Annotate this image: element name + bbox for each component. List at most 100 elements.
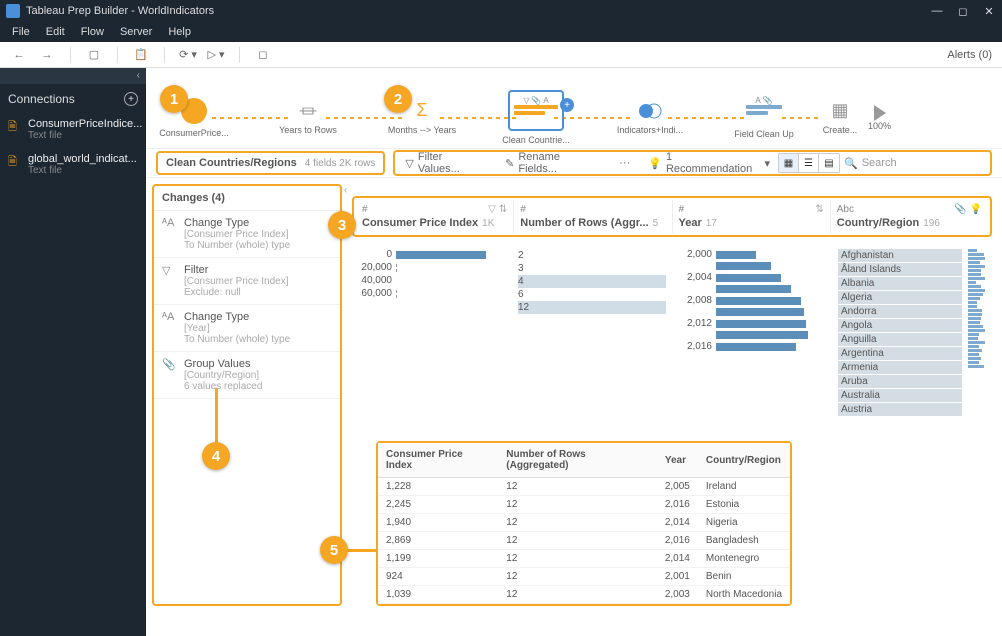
- field-header[interactable]: #▽⇅ Consumer Price Index1K: [356, 200, 514, 233]
- field-header[interactable]: # Number of Rows (Aggr...5: [514, 200, 672, 233]
- step-actions: ▽Filter Values... ✎Rename Fields... ··· …: [393, 150, 992, 176]
- menu-flow[interactable]: Flow: [73, 26, 112, 38]
- step-name-box: Clean Countries/Regions 4 fields 2K rows: [156, 151, 385, 175]
- view-grid-button[interactable]: ▤: [819, 154, 839, 172]
- country-value[interactable]: Armenia: [838, 361, 962, 374]
- step-bar: Clean Countries/Regions 4 fields 2K rows…: [146, 148, 1002, 178]
- data-grid[interactable]: Consumer Price IndexNumber of Rows (Aggr…: [376, 441, 792, 606]
- table-row[interactable]: 1,039122,003North Macedonia: [378, 586, 790, 604]
- field-header[interactable]: #⇅ Year17: [673, 200, 831, 233]
- filter-values-button[interactable]: ▽Filter Values...: [401, 149, 491, 177]
- connection-item[interactable]: 🗎 ConsumerPriceIndice... Text file: [0, 114, 146, 149]
- field-header[interactable]: Abc📎💡 Country/Region196: [831, 200, 988, 233]
- clip-icon: 📎: [162, 358, 178, 392]
- alerts-button[interactable]: Alerts (0): [947, 49, 992, 61]
- callout-1: 1: [160, 85, 188, 113]
- clip-icon: 📎: [531, 96, 541, 105]
- country-value[interactable]: Argentina: [838, 347, 962, 360]
- flow-node-clean[interactable]: A📎 Field Clean Up: [746, 96, 782, 139]
- callout-5: 5: [320, 536, 348, 564]
- connection-type: Text file: [28, 165, 137, 176]
- app-title: Tableau Prep Builder - WorldIndicators: [26, 5, 214, 17]
- menu-file[interactable]: File: [4, 26, 38, 38]
- forward-icon[interactable]: →: [38, 46, 56, 64]
- profile-values-country[interactable]: AfghanistanÅland IslandsAlbaniaAlgeriaAn…: [832, 245, 992, 421]
- table-row[interactable]: 924122,001Benin: [378, 568, 790, 586]
- flow-node-clean-selected[interactable]: ▽📎A + Clean Countrie...: [518, 90, 554, 145]
- step-name[interactable]: Clean Countries/Regions: [166, 157, 297, 169]
- filter-icon: ▽: [523, 96, 529, 105]
- collapse-sidebar-icon[interactable]: ‹: [0, 68, 146, 84]
- stop-icon[interactable]: ◻: [254, 46, 272, 64]
- view-list-button[interactable]: ☰: [799, 154, 819, 172]
- type-icon: ᴬA: [162, 311, 178, 345]
- refresh-icon[interactable]: ⟳ ▾: [179, 46, 197, 64]
- search-icon: 🔍: [844, 157, 858, 170]
- more-actions-button[interactable]: ···: [615, 155, 634, 171]
- country-value[interactable]: Albania: [838, 277, 962, 290]
- lightbulb-icon: 💡: [648, 157, 662, 170]
- profile-histogram-year[interactable]: 2,000 2,004 2,008 2,012 2,016: [672, 245, 832, 421]
- view-profile-button[interactable]: ▦: [779, 154, 799, 172]
- country-value[interactable]: Afghanistan: [838, 249, 962, 262]
- rename-fields-button[interactable]: ✎Rename Fields...: [501, 149, 605, 177]
- run-output-button[interactable]: 100%: [868, 105, 891, 131]
- profile-values-rows[interactable]: 2 3 4 6 12: [512, 245, 672, 421]
- changes-panel: Changes (4) ᴬAChange Type[Consumer Price…: [152, 184, 342, 606]
- country-value[interactable]: Angola: [838, 319, 962, 332]
- add-step-button[interactable]: +: [560, 98, 574, 112]
- recommendations-button[interactable]: 💡1 Recommendation ▾: [644, 149, 774, 177]
- mini-map: [968, 249, 986, 417]
- change-item[interactable]: ᴬAChange Type[Consumer Price Index]To Nu…: [154, 211, 340, 258]
- table-header[interactable]: Year: [657, 443, 698, 478]
- view-toggle: ▦ ☰ ▤: [778, 153, 840, 173]
- flow-node-output[interactable]: ▦ Create...: [822, 101, 858, 135]
- country-value[interactable]: Australia: [838, 389, 962, 402]
- table-row[interactable]: 2,245122,016Estonia: [378, 496, 790, 514]
- country-value[interactable]: Åland Islands: [838, 263, 962, 276]
- run-icon[interactable]: ▷ ▾: [207, 46, 225, 64]
- change-item[interactable]: ▽Filter[Consumer Price Index]Exclude: nu…: [154, 258, 340, 305]
- country-value[interactable]: Aruba: [838, 375, 962, 388]
- menu-help[interactable]: Help: [160, 26, 199, 38]
- back-icon[interactable]: ←: [10, 46, 28, 64]
- connections-title: Connections: [8, 92, 75, 106]
- close-button[interactable]: ✕: [982, 5, 996, 18]
- paste-icon[interactable]: 📋: [132, 46, 150, 64]
- profile-histogram-cpi[interactable]: 0 20,000 40,000 60,000: [352, 245, 512, 421]
- profile-data: 0 20,000 40,000 60,000 2 3 4 6 12 2,000: [352, 245, 992, 421]
- search-input[interactable]: 🔍Search: [844, 157, 984, 170]
- callout-2: 2: [384, 85, 412, 113]
- minimize-button[interactable]: —: [930, 5, 944, 18]
- menu-edit[interactable]: Edit: [38, 26, 73, 38]
- connection-item[interactable]: 🗎 global_world_indicat... Text file: [0, 149, 146, 184]
- flow-node-pivot[interactable]: ⏛ Years to Rows: [290, 101, 326, 135]
- collapse-changes-icon[interactable]: ‹: [344, 185, 347, 196]
- toolbar: ← → ▢ 📋 ⟳ ▾ ▷ ▾ ◻ Alerts (0): [0, 42, 1002, 68]
- table-row[interactable]: 1,199122,014Montenegro: [378, 550, 790, 568]
- table-row[interactable]: 2,869122,016Bangladesh: [378, 532, 790, 550]
- flow-pane[interactable]: ConsumerPrice... ⏛ Years to Rows Σ Month…: [146, 68, 1002, 148]
- flow-node-join[interactable]: Indicators+Indi...: [632, 101, 668, 135]
- filter-icon: ▽: [488, 204, 496, 215]
- country-value[interactable]: Austria: [838, 403, 962, 416]
- table-header[interactable]: Country/Region: [698, 443, 790, 478]
- sort-icon: ⇅: [499, 204, 507, 215]
- table-header[interactable]: Consumer Price Index: [378, 443, 498, 478]
- maximize-button[interactable]: ◻: [956, 5, 970, 18]
- change-item[interactable]: 📎Group Values[Country/Region]6 values re…: [154, 352, 340, 399]
- add-connection-button[interactable]: +: [124, 92, 138, 106]
- table-row[interactable]: 1,940122,014Nigeria: [378, 514, 790, 532]
- country-value[interactable]: Algeria: [838, 291, 962, 304]
- save-icon[interactable]: ▢: [85, 46, 103, 64]
- change-item[interactable]: ᴬAChange Type[Year]To Number (whole) typ…: [154, 305, 340, 352]
- country-value[interactable]: Anguilla: [838, 333, 962, 346]
- table-header[interactable]: Number of Rows (Aggregated): [498, 443, 657, 478]
- country-value[interactable]: Andorra: [838, 305, 962, 318]
- menu-server[interactable]: Server: [112, 26, 160, 38]
- callout-3: 3: [328, 211, 356, 239]
- profile-header: #▽⇅ Consumer Price Index1K # Number of R…: [352, 196, 992, 237]
- pencil-icon: ✎: [505, 157, 514, 170]
- table-row[interactable]: 1,228122,005Ireland: [378, 478, 790, 496]
- titlebar: Tableau Prep Builder - WorldIndicators —…: [0, 0, 1002, 22]
